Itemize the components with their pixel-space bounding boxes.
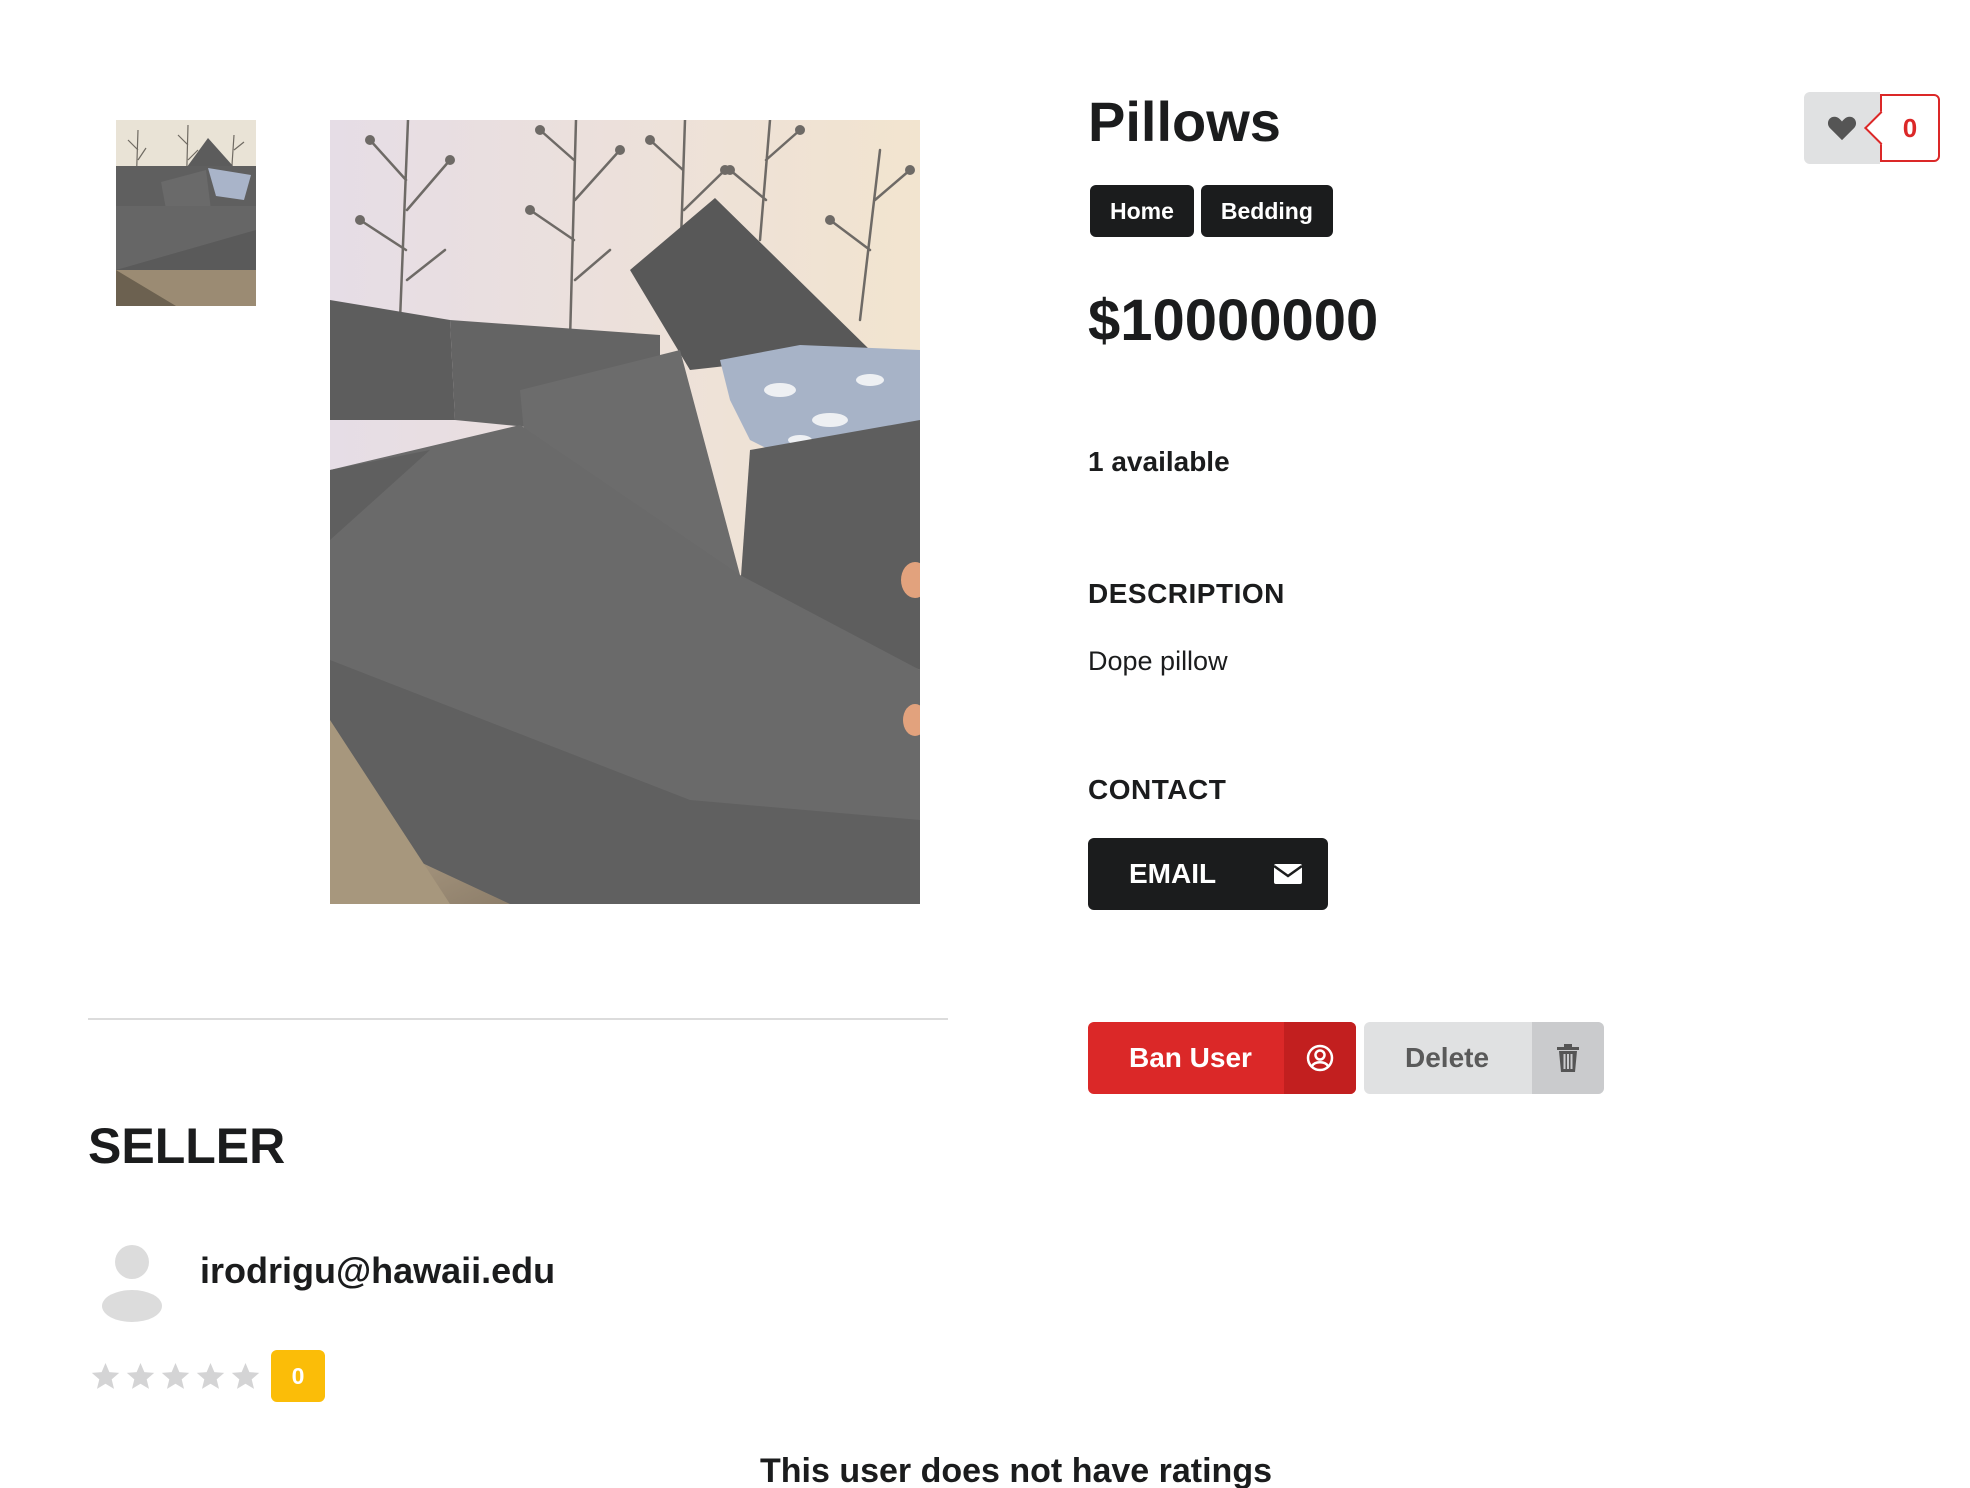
category-tags: Home Bedding	[1090, 185, 1333, 237]
delete-label: Delete	[1405, 1042, 1490, 1073]
contact-heading: CONTACT	[1088, 774, 1227, 805]
star-icon[interactable]	[230, 1361, 261, 1392]
seller-email[interactable]: irodrigu@hawaii.edu	[200, 1250, 555, 1292]
tag-home[interactable]: Home	[1090, 185, 1194, 237]
star-icon[interactable]	[90, 1361, 121, 1392]
trash-icon	[1532, 1022, 1604, 1094]
like-count-value: 0	[1902, 112, 1918, 143]
ban-user-label: Ban User	[1129, 1042, 1252, 1073]
envelope-icon	[1248, 838, 1328, 910]
listing-title: Pillows	[1088, 90, 1281, 153]
email-button[interactable]: EMAIL	[1088, 838, 1328, 910]
no-ratings-message: This user does not have ratings	[759, 1452, 1272, 1488]
thumbnail-image[interactable]	[116, 120, 256, 306]
star-icon[interactable]	[125, 1361, 156, 1392]
seller-rating: 0	[90, 1350, 325, 1402]
heart-icon	[1827, 116, 1857, 141]
like-widget[interactable]: 0	[1804, 92, 1940, 164]
ban-user-button[interactable]: Ban User	[1088, 1022, 1356, 1094]
like-count: 0	[1880, 94, 1940, 162]
star-icon[interactable]	[160, 1361, 191, 1392]
star-icon[interactable]	[195, 1361, 226, 1392]
main-listing-image	[330, 120, 920, 904]
listing-page: Pillows 0 Home Bedding $10000000 1 avail…	[0, 0, 1970, 1488]
user-circle-icon	[1284, 1022, 1356, 1094]
star-rating[interactable]	[90, 1361, 261, 1392]
listing-price: $10000000	[1088, 288, 1379, 353]
sofa-with-pillows-picture	[330, 120, 920, 904]
sofa-thumbnail-picture	[116, 120, 256, 306]
seller-heading: SELLER	[88, 1118, 286, 1174]
avatar	[100, 1244, 164, 1322]
description-heading: DESCRIPTION	[1088, 578, 1285, 609]
availability-text: 1 available	[1088, 446, 1230, 477]
email-button-label: EMAIL	[1129, 858, 1217, 889]
delete-button[interactable]: Delete	[1364, 1022, 1604, 1094]
description-text: Dope pillow	[1088, 646, 1228, 676]
divider	[88, 1018, 948, 1020]
rating-count-badge: 0	[271, 1350, 325, 1402]
tag-bedding[interactable]: Bedding	[1200, 185, 1333, 237]
user-silhouette-icon	[102, 1245, 162, 1322]
